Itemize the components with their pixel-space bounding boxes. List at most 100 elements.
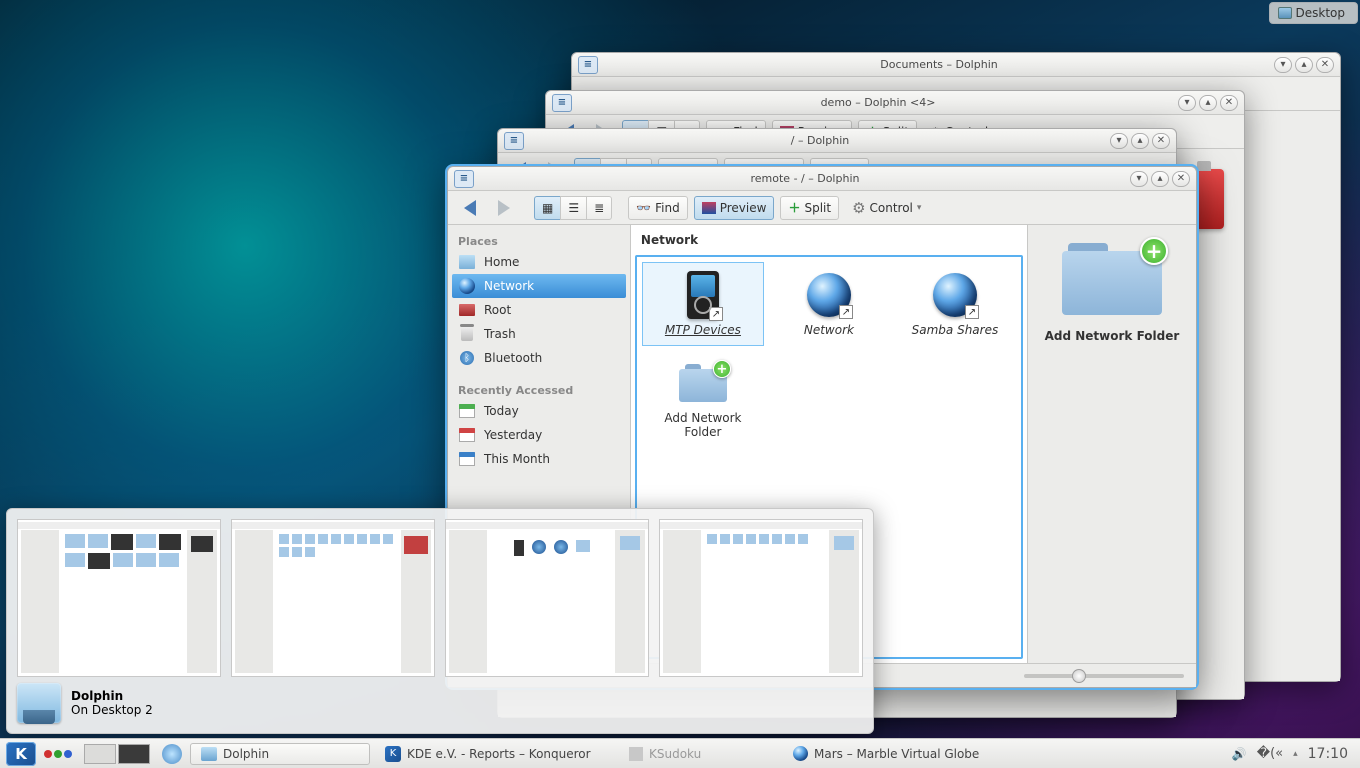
close-button[interactable]: ✕ (1172, 171, 1190, 187)
chevron-down-icon: ▾ (917, 203, 922, 213)
forward-button[interactable] (490, 195, 518, 221)
minimize-button[interactable]: ▾ (1178, 95, 1196, 111)
app-icon: ≡ (504, 132, 524, 150)
sidebar-item-home[interactable]: Home (452, 250, 626, 274)
dolphin-icon (17, 683, 61, 723)
view-mode-group: ▦ ☰ ≣ (534, 196, 612, 220)
close-button[interactable]: ✕ (1152, 133, 1170, 149)
find-label: Find (655, 201, 680, 215)
task-konqueror[interactable]: K KDE e.V. - Reports – Konqueror (374, 743, 614, 765)
location-label: Network (631, 225, 1027, 251)
window-thumbnail[interactable] (231, 519, 435, 677)
calendar-icon (458, 427, 476, 443)
toolbar: ▦ ☰ ≣ 👓 Find Preview ＋Split ⚙ Control ▾ (448, 191, 1196, 225)
home-icon (458, 254, 476, 270)
titlebar[interactable]: ≡ Documents – Dolphin ▾ ▴ ✕ (572, 53, 1340, 77)
minimize-button[interactable]: ▾ (1110, 133, 1128, 149)
information-panel-label: Add Network Folder (1045, 329, 1180, 343)
titlebar[interactable]: ≡ / – Dolphin ▾ ▴ ✕ (498, 129, 1176, 153)
preview-icon (702, 202, 716, 214)
desktop-2[interactable] (118, 744, 150, 764)
item-samba-shares[interactable]: ↗ Samba Shares (895, 263, 1015, 345)
globe-icon (458, 278, 476, 294)
ksudoku-icon (629, 747, 643, 761)
desktop-widget-button[interactable]: Desktop (1269, 2, 1359, 24)
sidebar-item-root[interactable]: Root (452, 298, 626, 322)
network-icon[interactable]: �(« (1257, 746, 1283, 761)
window-title: remote - / – Dolphin (480, 172, 1130, 185)
bluetooth-icon: ᛒ (458, 350, 476, 366)
activity-dot (54, 750, 62, 758)
globe-icon: ↗ (805, 271, 853, 319)
volume-icon[interactable]: 🔊 (1232, 747, 1247, 761)
system-tray: 🔊 �(« ▴ 17:10 (1226, 746, 1354, 762)
sidebar-item-today[interactable]: Today (452, 399, 626, 423)
split-button[interactable]: ＋Split (780, 196, 839, 220)
view-details-button[interactable]: ≣ (586, 196, 612, 220)
minimize-button[interactable]: ▾ (1274, 57, 1292, 73)
window-thumbnail[interactable] (445, 519, 649, 677)
gear-icon: ⚙ (852, 199, 865, 217)
sidebar-item-trash[interactable]: Trash (452, 322, 626, 346)
window-title: demo – Dolphin <4> (578, 96, 1178, 109)
konqueror-icon: K (385, 746, 401, 762)
control-button[interactable]: ⚙ Control ▾ (845, 196, 928, 220)
globe-icon: ↗ (931, 271, 979, 319)
tooltip-app-name: Dolphin (71, 689, 153, 703)
taskbar-panel: K Dolphin K KDE e.V. - Reports – Konquer… (0, 738, 1360, 768)
preview-label: Preview (720, 201, 767, 215)
close-button[interactable]: ✕ (1316, 57, 1334, 73)
calendar-icon (458, 403, 476, 419)
maximize-button[interactable]: ▴ (1295, 57, 1313, 73)
task-ksudoku[interactable]: KSudoku (618, 743, 778, 765)
sidebar-item-thismonth[interactable]: This Month (452, 447, 626, 471)
clock[interactable]: 17:10 (1308, 746, 1348, 762)
tray-expand-icon[interactable]: ▴ (1293, 749, 1298, 759)
preview-button[interactable]: Preview (694, 196, 775, 220)
root-folder-icon (458, 302, 476, 318)
kickoff-menu-button[interactable]: K (6, 742, 36, 766)
activity-switcher[interactable] (40, 750, 76, 758)
activity-dot (44, 750, 52, 758)
recent-header: Recently Accessed (452, 380, 626, 399)
information-panel: + Add Network Folder (1027, 225, 1196, 663)
add-folder-icon: + (679, 359, 727, 407)
maximize-button[interactable]: ▴ (1131, 133, 1149, 149)
task-marble[interactable]: Mars – Marble Virtual Globe (782, 743, 992, 765)
item-add-network-folder[interactable]: + Add Network Folder (643, 351, 763, 447)
close-button[interactable]: ✕ (1220, 95, 1238, 111)
desktop-widget-label: Desktop (1296, 6, 1346, 20)
pager[interactable] (80, 744, 154, 764)
item-network[interactable]: ↗ Network (769, 263, 889, 345)
task-dolphin[interactable]: Dolphin (190, 743, 370, 765)
sidebar-item-yesterday[interactable]: Yesterday (452, 423, 626, 447)
zoom-slider[interactable] (1024, 674, 1184, 678)
show-desktop-icon[interactable] (162, 744, 182, 764)
view-icons-button[interactable]: ▦ (534, 196, 560, 220)
minimize-button[interactable]: ▾ (1130, 171, 1148, 187)
titlebar[interactable]: ≡ demo – Dolphin <4> ▾ ▴ ✕ (546, 91, 1244, 115)
maximize-button[interactable]: ▴ (1151, 171, 1169, 187)
titlebar[interactable]: ≡ remote - / – Dolphin ▾ ▴ ✕ (448, 167, 1196, 191)
window-thumbnail[interactable] (659, 519, 863, 677)
marble-icon (793, 746, 808, 761)
sidebar-item-network[interactable]: Network (452, 274, 626, 298)
window-thumbnail[interactable] (17, 519, 221, 677)
maximize-button[interactable]: ▴ (1199, 95, 1217, 111)
app-icon: ≡ (454, 170, 474, 188)
split-label: Split (804, 201, 831, 215)
tooltip-footer: Dolphin On Desktop 2 (17, 677, 863, 723)
sidebar-item-bluetooth[interactable]: ᛒBluetooth (452, 346, 626, 370)
binoculars-icon: 👓 (636, 201, 651, 215)
calendar-icon (458, 451, 476, 467)
window-title: / – Dolphin (530, 134, 1110, 147)
find-button[interactable]: 👓 Find (628, 196, 688, 220)
activity-dot (64, 750, 72, 758)
item-mtp-devices[interactable]: ↗ MTP Devices (643, 263, 763, 345)
control-label: Control (870, 201, 913, 215)
view-compact-button[interactable]: ☰ (560, 196, 586, 220)
desktop-1[interactable] (84, 744, 116, 764)
places-header: Places (452, 231, 626, 250)
back-button[interactable] (456, 195, 484, 221)
app-icon: ≡ (578, 56, 598, 74)
